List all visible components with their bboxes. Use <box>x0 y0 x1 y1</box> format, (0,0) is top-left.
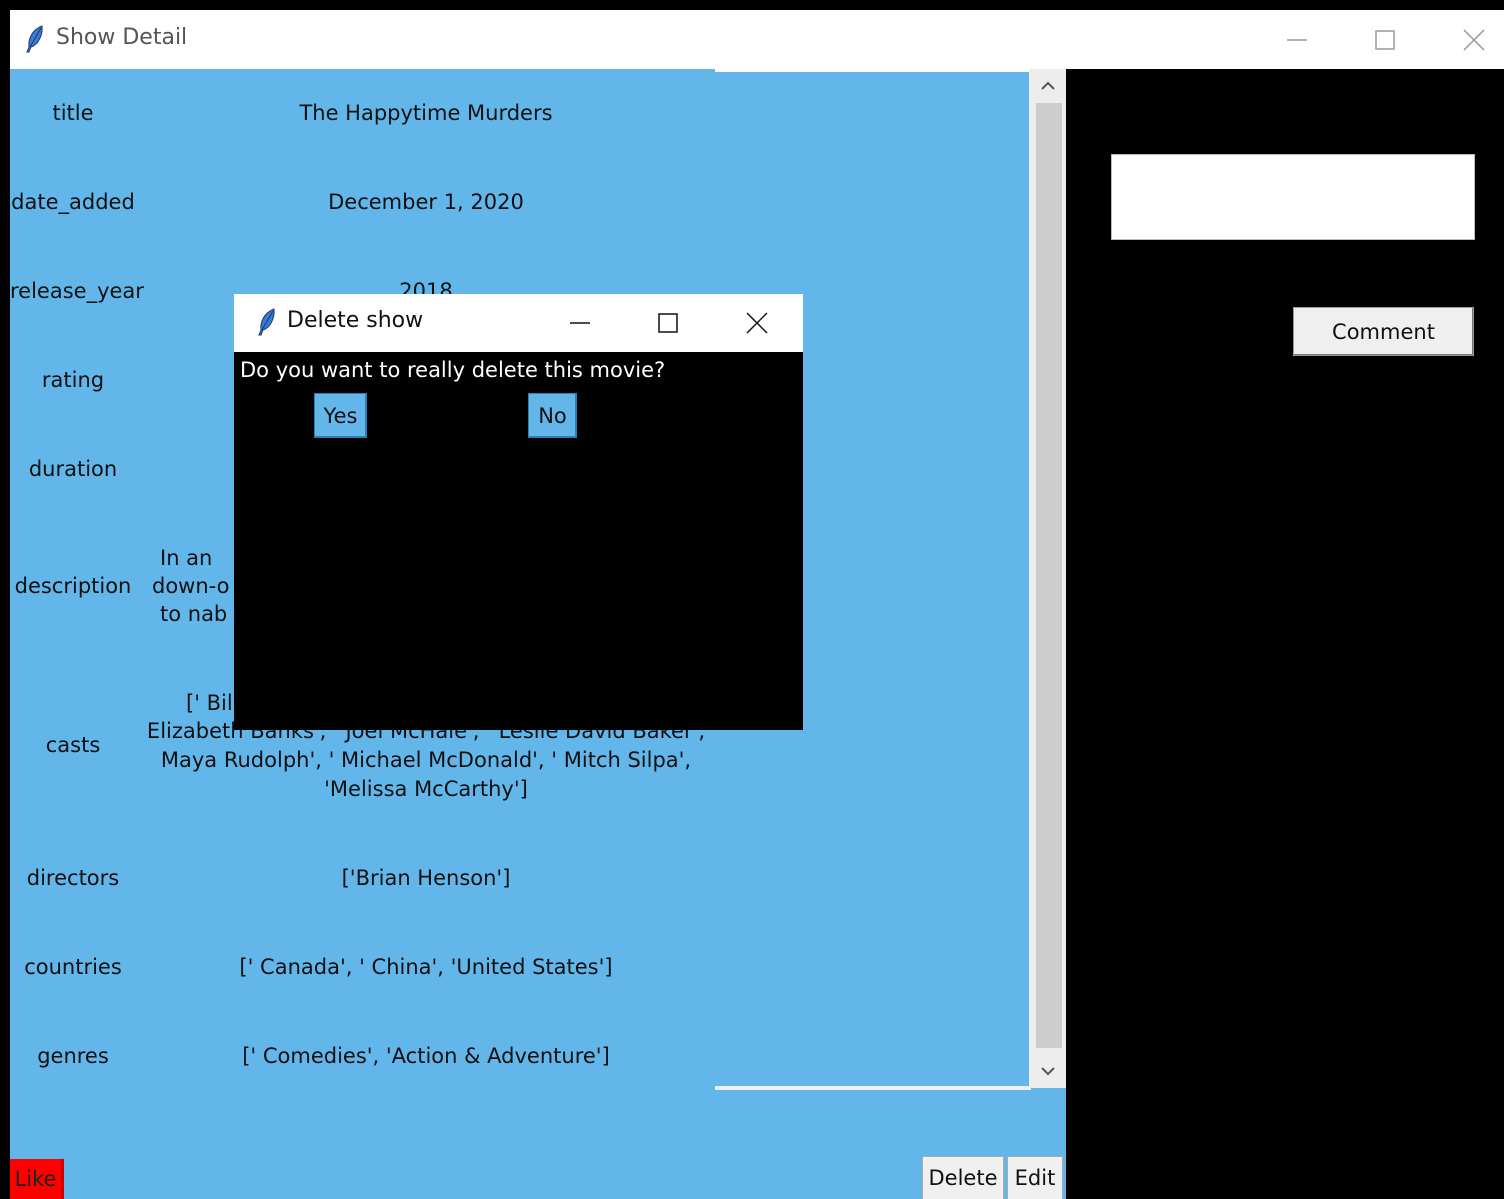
window-title: Show Detail <box>56 25 188 50</box>
field-label-title: title <box>52 101 94 125</box>
scroll-frame-edge <box>715 1086 1031 1090</box>
dialog-minimize-button[interactable] <box>536 294 624 352</box>
edit-button[interactable]: Edit <box>1007 1156 1063 1199</box>
scroll-up-button[interactable] <box>1029 69 1066 103</box>
field-label-date-added: date_added <box>11 190 135 214</box>
delete-show-dialog: Delete show Do you want to really delete… <box>234 294 803 730</box>
field-label-genres: genres <box>37 1044 109 1068</box>
chevron-down-icon <box>1040 1067 1055 1076</box>
field-value-genres: [' Comedies', 'Action & Adventure'] <box>242 1044 610 1068</box>
minimize-icon <box>570 322 590 324</box>
scroll-down-button[interactable] <box>1029 1054 1066 1088</box>
field-value-date-added: December 1, 2020 <box>328 190 524 214</box>
field-value-countries: [' Canada', ' China', 'United States'] <box>239 955 613 979</box>
no-button[interactable]: No <box>528 393 577 438</box>
maximize-button[interactable] <box>1341 10 1429 69</box>
scroll-frame-edge <box>715 69 1029 72</box>
window-titlebar[interactable]: Show Detail <box>10 10 1504 69</box>
close-button[interactable] <box>1430 10 1504 69</box>
field-label-duration: duration <box>28 457 118 481</box>
dialog-titlebar[interactable]: Delete show <box>234 294 803 352</box>
scroll-thumb[interactable] <box>1036 103 1062 1048</box>
field-value-directors: ['Brian Henson'] <box>341 866 511 890</box>
minimize-icon <box>1287 38 1307 41</box>
like-button[interactable]: Like <box>10 1159 64 1199</box>
chevron-up-icon <box>1040 81 1055 90</box>
minimize-button[interactable] <box>1253 10 1341 69</box>
comment-button[interactable]: Comment <box>1293 307 1474 356</box>
dialog-maximize-button[interactable] <box>624 294 712 352</box>
feather-icon <box>26 25 43 53</box>
maximize-icon <box>1375 29 1395 50</box>
field-value-title: The Happytime Murders <box>299 101 553 125</box>
vertical-scrollbar[interactable] <box>1029 69 1066 1088</box>
feather-icon <box>258 308 275 336</box>
dialog-message: Do you want to really delete this movie? <box>240 358 666 382</box>
yes-button[interactable]: Yes <box>314 393 367 438</box>
comment-input[interactable] <box>1111 154 1475 240</box>
close-icon <box>1463 28 1485 51</box>
field-label-casts: casts <box>45 733 101 757</box>
field-label-description: description <box>14 574 132 598</box>
close-icon <box>746 312 768 334</box>
field-label-countries: countries <box>24 955 122 979</box>
field-label-release-year: release_year <box>10 279 144 303</box>
field-value-casts-line: 'Melissa McCarthy'] <box>324 777 528 801</box>
dialog-title: Delete show <box>287 308 424 333</box>
dialog-close-button[interactable] <box>713 294 801 352</box>
field-label-directors: directors <box>26 866 120 890</box>
field-label-rating: rating <box>41 368 105 392</box>
delete-button[interactable]: Delete <box>922 1156 1004 1199</box>
field-value-casts-line: Maya Rudolph', ' Michael McDonald', ' Mi… <box>160 748 692 772</box>
maximize-icon <box>658 313 678 333</box>
